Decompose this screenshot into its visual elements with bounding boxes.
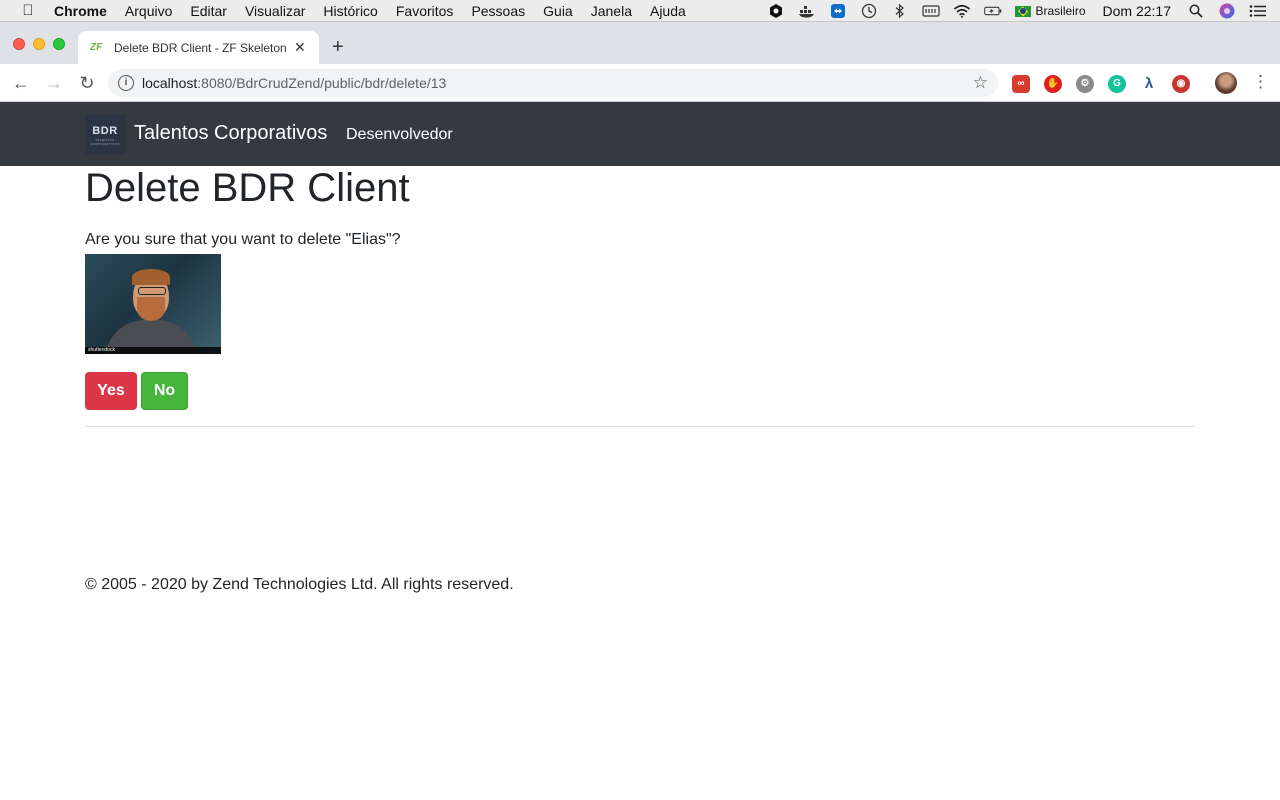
menu-item-pessoas[interactable]: Pessoas bbox=[471, 3, 525, 19]
logo-subtext: TALENTOS CORPORATIVOS bbox=[90, 138, 120, 146]
macos-menu-bar:  Chrome Arquivo Editar Visualizar Histó… bbox=[0, 0, 1280, 22]
menu-item-guia[interactable]: Guia bbox=[543, 3, 573, 19]
chrome-menu-icon[interactable]: ⋮ bbox=[1252, 72, 1269, 92]
forward-arrow-icon[interactable]: → bbox=[43, 72, 65, 94]
page-title: Delete BDR Client bbox=[85, 166, 410, 210]
tab-title: Delete BDR Client - ZF Skeleton bbox=[114, 40, 287, 55]
browser-tab-active[interactable]: ZF Delete BDR Client - ZF Skeleton ✕ bbox=[78, 31, 319, 64]
photo-hair bbox=[132, 269, 170, 285]
new-tab-plus-icon[interactable]: + bbox=[332, 36, 344, 59]
reload-icon[interactable]: ↻ bbox=[76, 72, 98, 94]
menu-item-historico[interactable]: Histórico bbox=[323, 3, 377, 19]
url-path: :8080/BdrCrudZend/public/bdr/delete/13 bbox=[197, 75, 447, 91]
window-close-button[interactable] bbox=[13, 38, 25, 50]
menu-item-favoritos[interactable]: Favoritos bbox=[396, 3, 454, 19]
input-source-label[interactable]: Brasileiro bbox=[1036, 4, 1086, 18]
extension-red-square-icon[interactable]: ∞ bbox=[1012, 75, 1030, 93]
bluetooth-icon[interactable] bbox=[891, 3, 909, 19]
photo-watermark: shutterstock bbox=[85, 347, 221, 354]
status-area: Brasileiro Dom 22:17 bbox=[767, 0, 1280, 22]
extension-gear-icon[interactable]: ⚙ bbox=[1076, 75, 1094, 93]
hexagon-app-icon[interactable] bbox=[767, 3, 785, 19]
menubar-clock[interactable]: Dom 22:17 bbox=[1103, 3, 1171, 19]
spotlight-search-icon[interactable] bbox=[1187, 3, 1205, 19]
window-zoom-button[interactable] bbox=[53, 38, 65, 50]
logo-text: BDR bbox=[92, 125, 118, 137]
tab-close-icon[interactable]: ✕ bbox=[294, 39, 306, 56]
navbar-brand[interactable]: Talentos Corporativos bbox=[134, 122, 327, 145]
apple-icon[interactable]:  bbox=[18, 2, 38, 19]
zend-favicon-icon: ZF bbox=[90, 41, 103, 53]
delete-confirmation-text: Are you sure that you want to delete "El… bbox=[85, 231, 401, 248]
bdr-logo[interactable]: BDR TALENTOS CORPORATIVOS bbox=[85, 114, 125, 154]
photo-beard bbox=[137, 297, 165, 321]
wifi-icon[interactable] bbox=[953, 3, 971, 19]
url-host: localhost bbox=[142, 75, 198, 91]
photo-glasses bbox=[138, 287, 166, 295]
window-minimize-button[interactable] bbox=[33, 38, 45, 50]
menu-item-visualizar[interactable]: Visualizar bbox=[245, 3, 305, 19]
teamviewer-icon[interactable] bbox=[829, 3, 847, 19]
grammarly-icon[interactable]: G bbox=[1108, 75, 1126, 93]
notification-center-icon[interactable] bbox=[1249, 3, 1267, 19]
back-arrow-icon[interactable]: ← bbox=[10, 72, 32, 94]
bookmark-star-icon[interactable]: ☆ bbox=[973, 73, 988, 93]
browser-tab-strip: ZF Delete BDR Client - ZF Skeleton ✕ + bbox=[0, 22, 1280, 64]
siri-icon[interactable] bbox=[1218, 3, 1236, 19]
battery-charging-icon[interactable] bbox=[983, 3, 1002, 19]
no-cancel-button[interactable]: No bbox=[141, 372, 188, 410]
menu-item-editar[interactable]: Editar bbox=[190, 3, 227, 19]
keyboard-icon[interactable] bbox=[921, 3, 940, 19]
extension-fork-icon[interactable]: λ bbox=[1140, 75, 1158, 93]
menu-item-janela[interactable]: Janela bbox=[591, 3, 632, 19]
yes-delete-button[interactable]: Yes bbox=[85, 372, 137, 410]
profile-avatar[interactable] bbox=[1215, 72, 1237, 94]
content-divider bbox=[85, 426, 1195, 427]
menu-app-chrome[interactable]: Chrome bbox=[54, 3, 107, 19]
confirm-button-row: Yes No bbox=[85, 372, 1195, 410]
extension-eye-icon[interactable]: ◉ bbox=[1172, 75, 1190, 93]
main-content: Delete BDR Client Are you sure that you … bbox=[85, 166, 1195, 427]
adblock-hand-icon[interactable]: ✋ bbox=[1044, 75, 1062, 93]
docker-icon[interactable] bbox=[798, 3, 816, 19]
time-machine-icon[interactable] bbox=[860, 3, 878, 19]
nav-link-desenvolvedor[interactable]: Desenvolvedor bbox=[346, 126, 453, 144]
url-text[interactable]: localhost:8080/BdrCrudZend/public/bdr/de… bbox=[142, 75, 446, 91]
menu-item-ajuda[interactable]: Ajuda bbox=[650, 3, 686, 19]
brazil-flag-icon bbox=[1014, 5, 1031, 17]
page-footer: © 2005 - 2020 by Zend Technologies Ltd. … bbox=[85, 576, 514, 593]
site-navbar: BDR TALENTOS CORPORATIVOS Talentos Corpo… bbox=[0, 102, 1280, 166]
site-info-icon[interactable]: i bbox=[118, 75, 134, 91]
client-photo: shutterstock bbox=[85, 254, 221, 354]
menu-item-arquivo[interactable]: Arquivo bbox=[125, 3, 172, 19]
address-bar[interactable]: i localhost:8080/BdrCrudZend/public/bdr/… bbox=[108, 69, 998, 97]
browser-toolbar: ← → ↻ i localhost:8080/BdrCrudZend/publi… bbox=[0, 64, 1280, 102]
